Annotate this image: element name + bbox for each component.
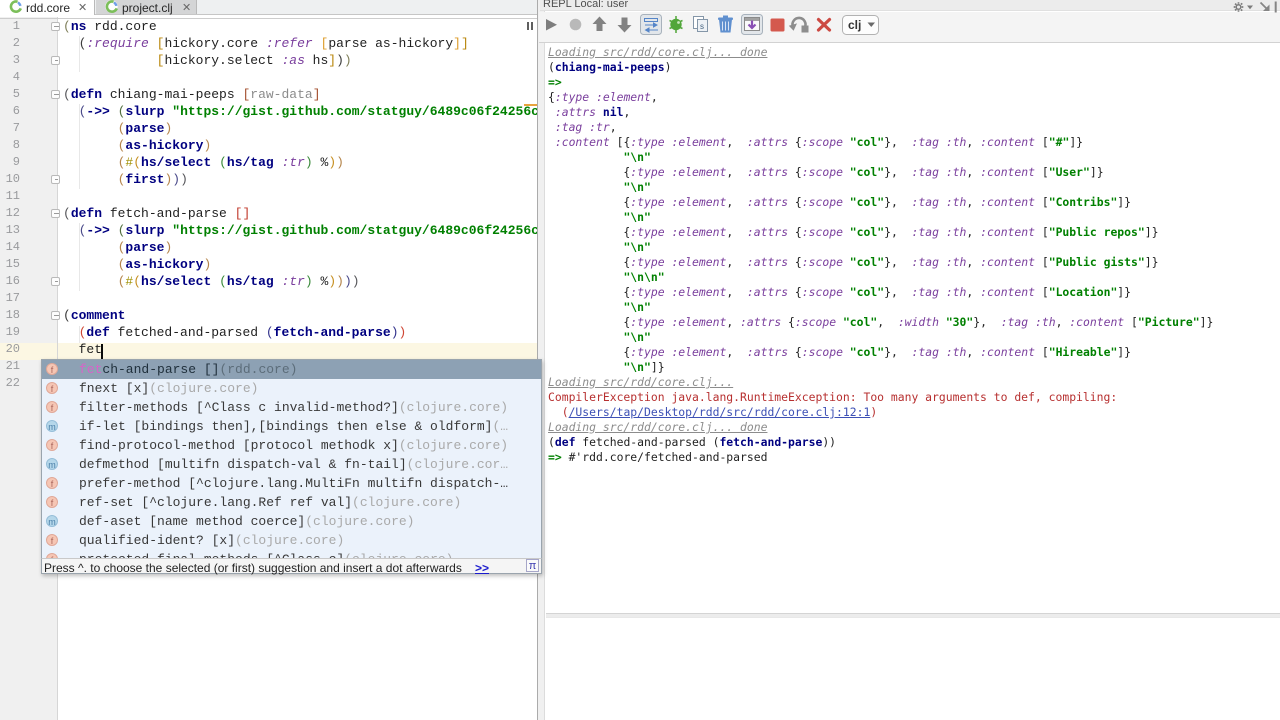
svg-text:s: s [700, 22, 704, 31]
svg-text:clj: clj [848, 18, 861, 32]
